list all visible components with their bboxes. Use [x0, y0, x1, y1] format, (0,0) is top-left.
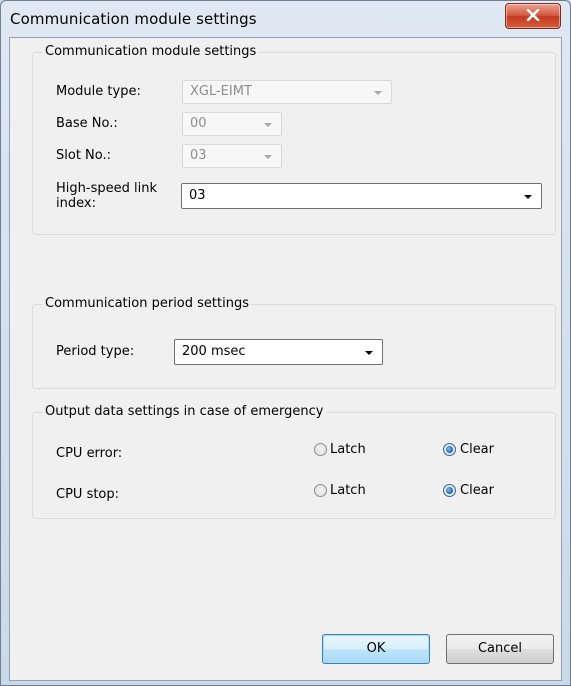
base-no-select: 00: [182, 112, 282, 136]
emergency-settings-legend: Output data settings in case of emergenc…: [43, 404, 326, 420]
close-icon: [526, 9, 540, 21]
window-title: Communication module settings: [10, 10, 257, 28]
hs-link-index-select[interactable]: 03: [181, 183, 542, 209]
ok-button[interactable]: OK: [322, 634, 430, 664]
chevron-down-icon: [365, 351, 373, 355]
hs-link-index-value: 03: [189, 188, 206, 203]
chevron-down-icon: [374, 91, 382, 95]
period-type-value: 200 msec: [182, 344, 246, 359]
cpu-error-clear-label[interactable]: Clear: [460, 442, 494, 458]
slot-no-select: 03: [182, 144, 282, 168]
chevron-down-icon: [264, 155, 272, 159]
cancel-button[interactable]: Cancel: [446, 634, 554, 664]
module-type-value: XGL-EIMT: [190, 84, 252, 99]
cpu-error-clear-radio[interactable]: [443, 443, 456, 456]
hs-link-label-line1: High-speed link: [56, 181, 157, 196]
period-type-select[interactable]: 200 msec: [174, 339, 383, 365]
module-type-select: XGL-EIMT: [182, 80, 392, 104]
module-type-label: Module type:: [56, 84, 141, 99]
period-settings-legend: Communication period settings: [43, 296, 251, 312]
cpu-error-latch-radio[interactable]: [314, 443, 327, 456]
period-type-label: Period type:: [56, 344, 135, 359]
cpu-error-latch-label[interactable]: Latch: [330, 442, 366, 458]
dialog-window: Communication module settings Communicat…: [0, 0, 571, 686]
hs-link-label-line2: index:: [56, 196, 96, 211]
dialog-client-area: Communication module settings Module typ…: [9, 37, 562, 681]
cpu-stop-latch-radio[interactable]: [314, 484, 327, 497]
cpu-stop-label: CPU stop:: [56, 487, 120, 502]
base-no-value: 00: [190, 116, 207, 131]
cpu-error-label: CPU error:: [56, 446, 123, 461]
title-bar[interactable]: Communication module settings: [1, 1, 570, 35]
slot-no-label: Slot No.:: [56, 148, 112, 163]
chevron-down-icon: [524, 195, 532, 199]
slot-no-value: 03: [190, 148, 207, 163]
emergency-settings-group: Output data settings in case of emergenc…: [32, 404, 556, 519]
base-no-label: Base No.:: [56, 116, 118, 131]
module-settings-group: Communication module settings Module typ…: [32, 44, 556, 235]
close-button[interactable]: [505, 3, 561, 29]
period-settings-group: Communication period settings Period typ…: [32, 296, 556, 389]
chevron-down-icon: [264, 123, 272, 127]
cpu-stop-clear-label[interactable]: Clear: [460, 483, 494, 499]
module-settings-legend: Communication module settings: [43, 44, 259, 60]
cpu-stop-latch-label[interactable]: Latch: [330, 483, 366, 499]
cpu-stop-clear-radio[interactable]: [443, 484, 456, 497]
